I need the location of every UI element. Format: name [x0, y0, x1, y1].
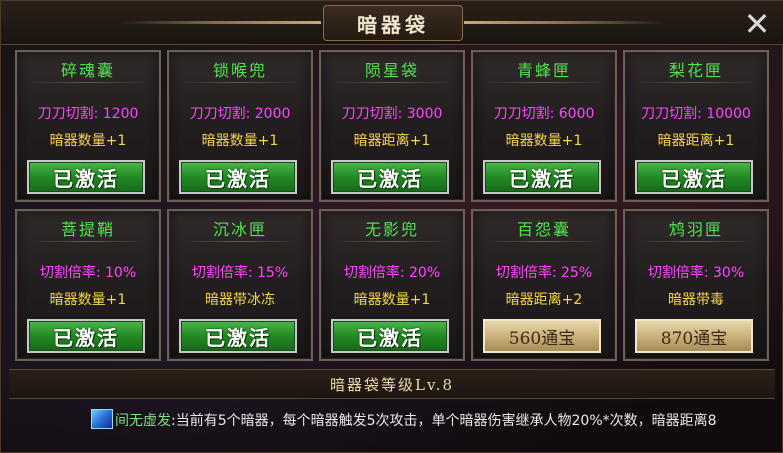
hidden-weapon-bag-panel: 暗器袋 ✕ 碎魂囊 刀刀切割: 1200 暗器数量+1 已激活 锁喉兜 刀刀切割…	[0, 0, 783, 453]
card-name: 梨花匣	[668, 61, 723, 80]
card-stat: 刀刀切割: 10000	[641, 106, 751, 122]
card-effect: 暗器数量+1	[201, 133, 279, 149]
divider	[179, 241, 301, 242]
card-effect: 暗器带毒	[668, 292, 724, 308]
card-name: 菩提鞘	[60, 220, 115, 239]
divider	[483, 241, 605, 242]
bag-card: 青蜂匣 刀刀切割: 6000 暗器数量+1 已激活	[471, 50, 617, 202]
bag-card: 碎魂囊 刀刀切割: 1200 暗器数量+1 已激活	[15, 50, 161, 202]
card-effect: 暗器距离+1	[353, 133, 431, 149]
card-stat: 刀刀切割: 2000	[189, 106, 291, 122]
card-name: 鸩羽匣	[668, 220, 723, 239]
card-effect: 暗器数量+1	[505, 133, 583, 149]
card-effect: 暗器距离+1	[657, 133, 735, 149]
window-title: 暗器袋	[357, 12, 429, 37]
divider	[27, 241, 149, 242]
card-effect: 暗器数量+1	[49, 133, 127, 149]
bag-card: 沉冰匣 切割倍率: 15% 暗器带冰冻 已激活	[167, 209, 313, 361]
divider	[483, 82, 605, 83]
buy-button[interactable]: 560通宝	[483, 319, 601, 353]
buy-button[interactable]: 870通宝	[635, 319, 753, 353]
card-name: 沉冰匣	[212, 220, 267, 239]
activated-button[interactable]: 已激活	[331, 160, 449, 194]
bag-card: 锁喉兜 刀刀切割: 2000 暗器数量+1 已激活	[167, 50, 313, 202]
bag-card: 菩提鞘 切割倍率: 10% 暗器数量+1 已激活	[15, 209, 161, 361]
divider	[27, 82, 149, 83]
close-icon[interactable]: ✕	[744, 8, 771, 40]
card-stat: 切割倍率: 30%	[647, 265, 745, 281]
activated-button[interactable]: 已激活	[635, 160, 753, 194]
card-effect: 暗器距离+2	[505, 292, 583, 308]
card-stat: 刀刀切割: 1200	[37, 106, 139, 122]
divider	[635, 241, 757, 242]
title-ornament-right	[464, 21, 664, 24]
skill-name: 间无虚发	[115, 413, 171, 429]
divider	[179, 82, 301, 83]
bag-card: 梨花匣 刀刀切割: 10000 暗器距离+1 已激活	[623, 50, 769, 202]
skill-description: 间无虚发:当前有5个暗器，每个暗器触发5次攻击，单个暗器伤害继承人物20%*次数…	[91, 409, 721, 432]
card-stat: 刀刀切割: 3000	[341, 106, 443, 122]
title-ornament-left	[121, 21, 321, 24]
card-effect: 暗器数量+1	[49, 292, 127, 308]
card-stat: 切割倍率: 20%	[343, 265, 441, 281]
level-label: 暗器袋等级Lv.8	[330, 375, 454, 394]
card-name: 陨星袋	[364, 61, 419, 80]
card-stat: 刀刀切割: 6000	[493, 106, 595, 122]
divider	[331, 241, 453, 242]
close-button[interactable]: ✕	[740, 7, 774, 41]
title-bar: 暗器袋 ✕	[1, 1, 783, 45]
bag-card: 百怨囊 切割倍率: 25% 暗器距离+2 560通宝	[471, 209, 617, 361]
card-stat: 切割倍率: 10%	[39, 265, 137, 281]
activated-button[interactable]: 已激活	[27, 319, 145, 353]
activated-button[interactable]: 已激活	[179, 319, 297, 353]
card-stat: 切割倍率: 15%	[191, 265, 289, 281]
bag-card: 鸩羽匣 切割倍率: 30% 暗器带毒 870通宝	[623, 209, 769, 361]
activated-button[interactable]: 已激活	[331, 319, 449, 353]
level-bar: 暗器袋等级Lv.8	[9, 369, 775, 399]
divider	[635, 82, 757, 83]
card-name: 百怨囊	[516, 220, 571, 239]
skill-text: :当前有5个暗器，每个暗器触发5次攻击，单个暗器伤害继承人物20%*次数，暗器距…	[171, 413, 717, 429]
card-name: 无影兜	[364, 220, 419, 239]
activated-button[interactable]: 已激活	[27, 160, 145, 194]
card-effect: 暗器数量+1	[353, 292, 431, 308]
card-name: 碎魂囊	[60, 61, 115, 80]
activated-button[interactable]: 已激活	[483, 160, 601, 194]
activated-button[interactable]: 已激活	[179, 160, 297, 194]
card-name: 锁喉兜	[212, 61, 267, 80]
title-plate: 暗器袋	[323, 5, 463, 41]
card-stat: 切割倍率: 25%	[495, 265, 593, 281]
skill-icon	[91, 409, 113, 429]
bag-card: 无影兜 切割倍率: 20% 暗器数量+1 已激活	[319, 209, 465, 361]
card-name: 青蜂匣	[516, 61, 571, 80]
bag-card: 陨星袋 刀刀切割: 3000 暗器距离+1 已激活	[319, 50, 465, 202]
divider	[331, 82, 453, 83]
card-effect: 暗器带冰冻	[205, 292, 275, 308]
